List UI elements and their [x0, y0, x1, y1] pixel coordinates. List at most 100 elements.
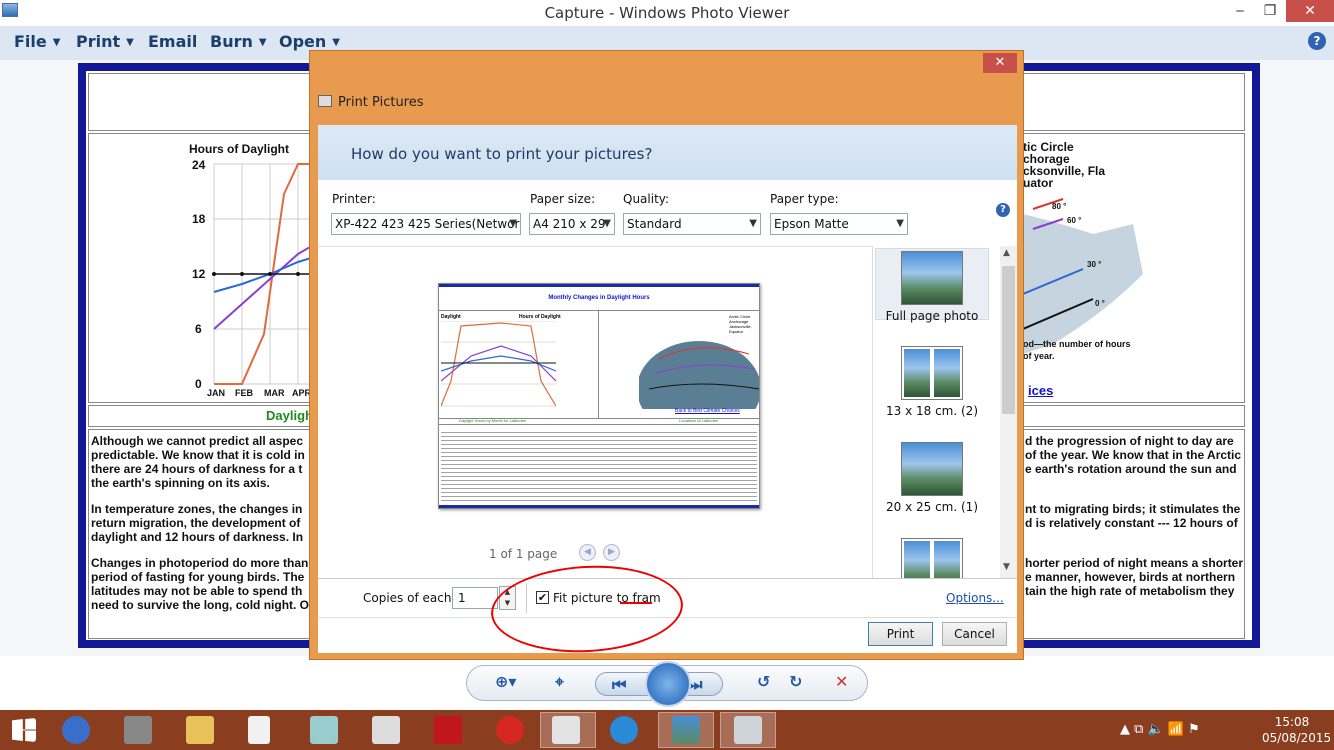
doc-paragraph: Changes in photoperiod do more than perio… [91, 556, 310, 612]
close-window-button[interactable]: ✕ [1286, 0, 1334, 22]
minimize-button[interactable]: ‒ [1226, 0, 1254, 22]
options-link[interactable]: Options... [946, 591, 1004, 605]
start-icon[interactable] [12, 718, 36, 742]
print-preview-area: Monthly Changes in Daylight Hours Daylig… [318, 246, 872, 578]
chevron-down-icon: ▼ [896, 218, 904, 229]
doc-link[interactable]: ices [1028, 383, 1053, 398]
chevron-down-icon: ▼ [603, 218, 611, 229]
previous-icon[interactable]: ⏮ [612, 675, 626, 695]
dialog-body: How do you want to print your pictures? … [318, 125, 1017, 653]
scrollbar-thumb[interactable] [1002, 266, 1015, 414]
doc-legend-item: uator [1023, 176, 1053, 190]
next-page-button[interactable]: ▶ [603, 544, 620, 561]
doc-paragraph: Although we cannot predict all aspec pred… [91, 434, 305, 490]
layout-20x25[interactable]: 20 x 25 cm. (1) [875, 442, 989, 514]
previous-page-button[interactable]: ◀ [579, 544, 596, 561]
layout-label: 13 x 18 cm. (2) [886, 404, 978, 418]
preview-chart [441, 321, 556, 407]
preview-legend: Arctic Circle Anchorage Jacksonville, Equat… [729, 314, 752, 334]
actual-size-icon[interactable]: ⌖ [555, 672, 564, 692]
file-explorer-icon[interactable] [186, 716, 214, 744]
printer-icon [318, 95, 332, 107]
layout-13x18[interactable]: 13 x 18 cm. (2) [875, 346, 989, 418]
printer-app-icon[interactable] [734, 716, 762, 744]
window-title: Capture - Windows Photo Viewer [544, 4, 790, 22]
menu-burn[interactable]: Burn ▼ [210, 32, 267, 51]
maximize-button[interactable]: ❐ [1256, 0, 1284, 22]
layout-more[interactable] [875, 538, 989, 578]
doc-paragraph: nt to migrating birds; it stimulates the… [1025, 502, 1241, 530]
calculator-icon[interactable] [372, 716, 400, 744]
preview-chart-label: Hours of Daylight [519, 314, 561, 320]
dialog-question: How do you want to print your pictures? [351, 145, 653, 163]
menu-file[interactable]: File ▼ [14, 32, 60, 51]
rotate-right-icon[interactable]: ↻ [789, 672, 802, 691]
doc-y-tick: 24 [192, 158, 206, 172]
menu-print[interactable]: Print ▼ [76, 32, 134, 51]
chevron-down-icon: ▼ [126, 37, 134, 48]
preview-band-label: Locations of Latitudes [679, 418, 718, 423]
doc-x-tick: FEB [235, 388, 253, 398]
preview-text-block [441, 430, 757, 502]
chevron-down-icon: ▼ [749, 218, 757, 229]
preview-band-label: Daylight Hours by Month for Latitudes [459, 418, 526, 423]
doc-lat-label: 80 ° [1052, 202, 1067, 211]
snipping-tool-icon[interactable] [552, 716, 580, 744]
doc-y-tick: 18 [192, 212, 206, 226]
paper-type-label: Paper type: [770, 192, 839, 206]
scroll-down-icon[interactable]: ▼ [1003, 562, 1010, 572]
layout-list: Full page photo 13 x 18 cm. (2) 20 x 25 … [872, 246, 1000, 578]
layout-scrollbar[interactable]: ▲ ▼ [1000, 246, 1017, 578]
cancel-button[interactable]: Cancel [942, 622, 1007, 646]
paper-type-select[interactable]: Epson Matte ▼ [770, 213, 908, 235]
preview-chart-label: Daylight [441, 314, 461, 320]
clock[interactable]: 15:08 05/08/2015 [1262, 714, 1331, 746]
photo-viewer-icon[interactable] [672, 716, 700, 744]
dialog-title: Print Pictures [338, 95, 424, 110]
remote-icon[interactable] [62, 716, 90, 744]
doc-lat-label: 30 ° [1087, 260, 1102, 269]
doc-y-tick: 12 [192, 267, 206, 281]
paint-splash-icon[interactable] [496, 716, 524, 744]
adobe-icon[interactable] [434, 716, 462, 744]
document-icon[interactable] [248, 716, 270, 744]
layout-label: Full page photo [885, 309, 979, 323]
help-icon[interactable]: ? [1308, 32, 1326, 50]
layout-thumbnail [901, 442, 963, 496]
menu-email[interactable]: Email [148, 32, 197, 51]
layout-thumbnail [901, 538, 963, 578]
quality-label: Quality: [623, 192, 670, 206]
slideshow-button[interactable] [645, 661, 691, 707]
rotate-left-icon[interactable]: ↺ [757, 672, 770, 691]
quality-select[interactable]: Standard ▼ [623, 213, 761, 235]
chevron-down-icon: ▼ [258, 37, 267, 48]
grid-app-icon[interactable] [124, 716, 152, 744]
layout-full-page[interactable]: Full page photo [875, 248, 989, 323]
system-tray[interactable]: ▲ ⧉ 🔈 📶 ⚑ [1120, 722, 1200, 737]
copies-label: Copies of each [363, 591, 452, 605]
delete-icon[interactable]: ✕ [835, 672, 848, 691]
doc-paragraph: In temperature zones, the changes in retu… [91, 502, 304, 544]
zoom-icon[interactable]: ⊕▾ [495, 672, 516, 691]
dialog-close-button[interactable]: ✕ [983, 53, 1017, 73]
layout-thumbnail [901, 346, 963, 400]
internet-explorer-icon[interactable] [610, 716, 638, 744]
printer-select[interactable]: XP-422 423 425 Series(Networ ▼ [331, 213, 521, 235]
layout-thumbnail [901, 251, 963, 305]
print-button[interactable]: Print [868, 622, 933, 646]
menu-open[interactable]: Open ▼ [279, 32, 340, 51]
doc-paragraph: horter period of night means a shorter e … [1025, 556, 1244, 598]
doc-y-tick: 6 [195, 322, 202, 336]
layout-label: 20 x 25 cm. (1) [886, 500, 978, 514]
doc-x-tick: MAR [264, 388, 285, 398]
doc-map-note: od—the number of hours [1023, 339, 1131, 349]
annotation-underline [620, 602, 652, 604]
help-icon[interactable]: ? [996, 203, 1010, 217]
scroll-up-icon[interactable]: ▲ [1003, 248, 1010, 258]
doc-lat-label: 60 ° [1067, 216, 1082, 225]
printer-label: Printer: [332, 192, 376, 206]
paper-size-select[interactable]: A4 210 x 29 ▼ [529, 213, 615, 235]
tablet-icon[interactable] [310, 716, 338, 744]
doc-map-note: of year. [1023, 351, 1055, 361]
paper-size-label: Paper size: [530, 192, 596, 206]
